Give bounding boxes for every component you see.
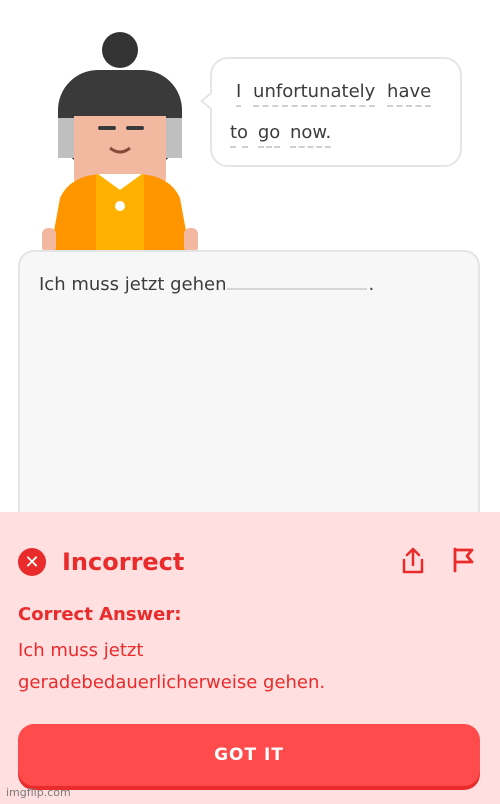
watermark: imgflip.com <box>6 786 71 799</box>
speech-line-1: I unfortunately have <box>236 81 432 107</box>
speech-word[interactable]: now. <box>290 122 332 148</box>
speech-word[interactable]: go <box>257 122 281 148</box>
speech-line-2: to go now. <box>230 122 332 148</box>
bubble-tail <box>200 91 213 111</box>
share-icon[interactable] <box>398 546 428 576</box>
correct-answer-line-1: Ich muss jetzt <box>18 640 144 661</box>
speech-word[interactable]: have <box>387 81 432 107</box>
got-it-button[interactable]: GOT IT <box>18 724 480 786</box>
flag-icon[interactable] <box>448 544 478 574</box>
feedback-panel: ✕ Incorrect Correct Answer: Ich muss jet… <box>0 512 500 804</box>
answer-blank[interactable] <box>226 282 367 290</box>
answer-prefix: Ich muss jetzt gehen <box>39 274 227 295</box>
speech-bubble: I unfortunately have to go now. <box>200 57 462 167</box>
speech-word[interactable]: to <box>230 122 249 148</box>
feedback-title: Incorrect <box>62 548 185 576</box>
answer-area[interactable]: Ich muss jetzt gehen. <box>18 250 480 550</box>
answer-period: . <box>368 274 375 295</box>
speech-word[interactable]: unfortunately <box>253 81 376 107</box>
correct-answer-line-2: geradebedauerlicherweise gehen. <box>18 672 326 693</box>
speech-word[interactable]: I <box>236 81 242 107</box>
character-avatar <box>42 32 198 253</box>
correct-answer-label: Correct Answer: <box>18 604 182 625</box>
answer-sentence: Ich muss jetzt gehen. <box>39 274 374 295</box>
incorrect-icon: ✕ <box>18 548 46 576</box>
feedback-header: ✕ Incorrect <box>18 548 184 576</box>
